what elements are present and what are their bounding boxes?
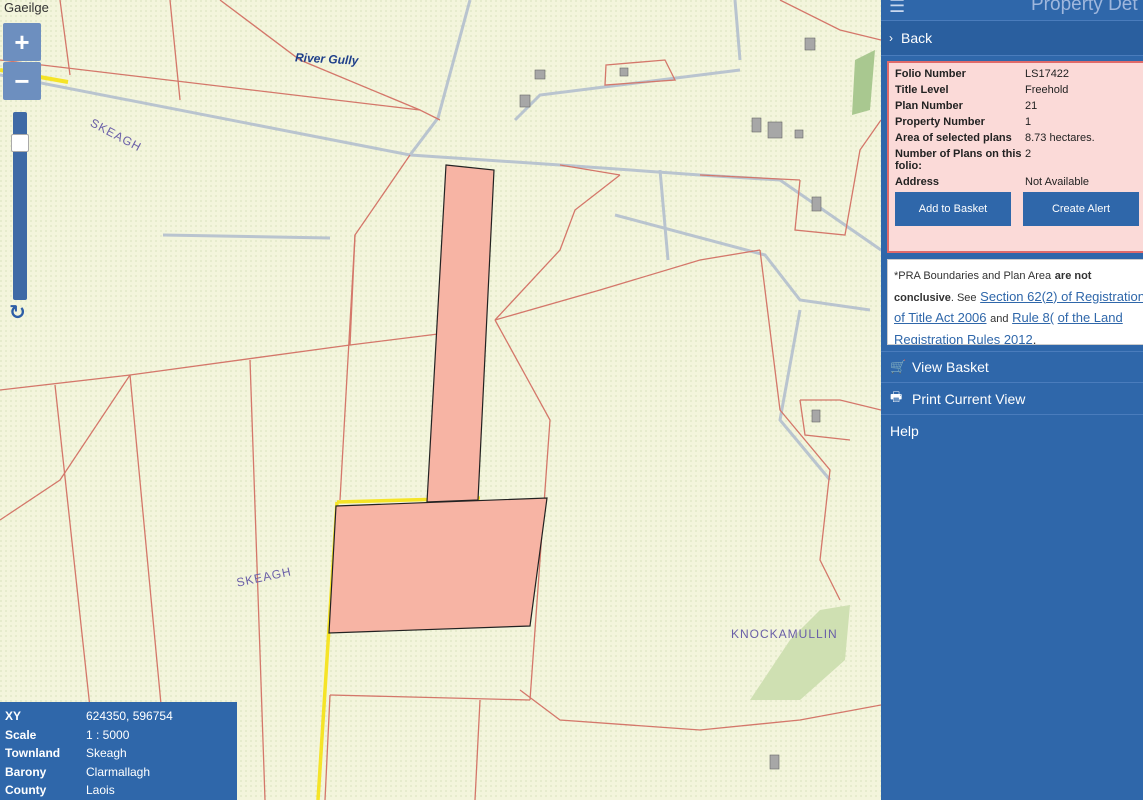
info-row-county: County Laois: [5, 783, 115, 798]
detail-row: Area of selected plans 8.73 hectares.: [895, 132, 1095, 144]
townland-label: KNOCKAMULLIN: [731, 627, 838, 641]
detail-actions: Add to Basket Create Alert: [895, 192, 1143, 226]
view-basket-button[interactable]: 🛒 View Basket: [881, 351, 1143, 383]
back-label: Back: [901, 30, 933, 46]
property-details-card: Folio Number LS17422 Title Level Freehol…: [887, 61, 1143, 253]
info-row-barony: Barony Clarmallagh: [5, 764, 151, 779]
back-button[interactable]: › Back: [881, 20, 1143, 56]
add-to-basket-button[interactable]: Add to Basket: [895, 192, 1011, 226]
property-details-panel: ☰ Property Det › Back Folio Number LS174…: [881, 0, 1143, 800]
zoom-slider-handle[interactable]: [11, 134, 29, 152]
map-canvas[interactable]: Gaeilge + − ↻ River Gully SKEAGH SKEAGH …: [0, 0, 881, 800]
info-row-xy: XY 624350, 596754: [5, 709, 173, 724]
detail-row: Number of Plans on this folio: 2: [895, 148, 1032, 172]
zoom-in-button[interactable]: +: [3, 23, 41, 61]
detail-row: Title Level Freehold: [895, 84, 1069, 96]
info-row-townland: Townland Skeagh: [5, 746, 127, 761]
location-info-box: XY 624350, 596754 Scale 1 : 5000 Townlan…: [0, 702, 237, 800]
print-icon: 🖶: [890, 388, 903, 404]
disclaimer-box: *PRA Boundaries and Plan Area are not co…: [887, 259, 1143, 345]
hamburger-icon[interactable]: ☰: [889, 0, 905, 17]
zoom-out-button[interactable]: −: [3, 62, 41, 100]
rule-8-link[interactable]: Rule 8(: [1012, 310, 1054, 325]
refresh-icon[interactable]: ↻: [9, 300, 26, 325]
language-link[interactable]: Gaeilge: [4, 0, 49, 15]
detail-row: Address Not Available: [895, 176, 1090, 188]
info-row-scale: Scale 1 : 5000: [5, 727, 130, 742]
print-current-view-button[interactable]: 🖶 Print Current View: [881, 383, 1143, 415]
detail-row: Folio Number LS17422: [895, 68, 1070, 80]
map-drawing: [0, 0, 881, 800]
detail-row: Plan Number 21: [895, 100, 1038, 112]
help-button[interactable]: Help: [881, 415, 1143, 447]
panel-header: ☰ Property Det: [881, 0, 1143, 20]
cart-icon: 🛒: [890, 359, 907, 374]
panel-title: Property Det: [1031, 0, 1138, 15]
detail-row: Property Number 1: [895, 116, 1032, 128]
chevron-right-icon: ›: [889, 31, 893, 45]
create-alert-button[interactable]: Create Alert: [1023, 192, 1139, 226]
